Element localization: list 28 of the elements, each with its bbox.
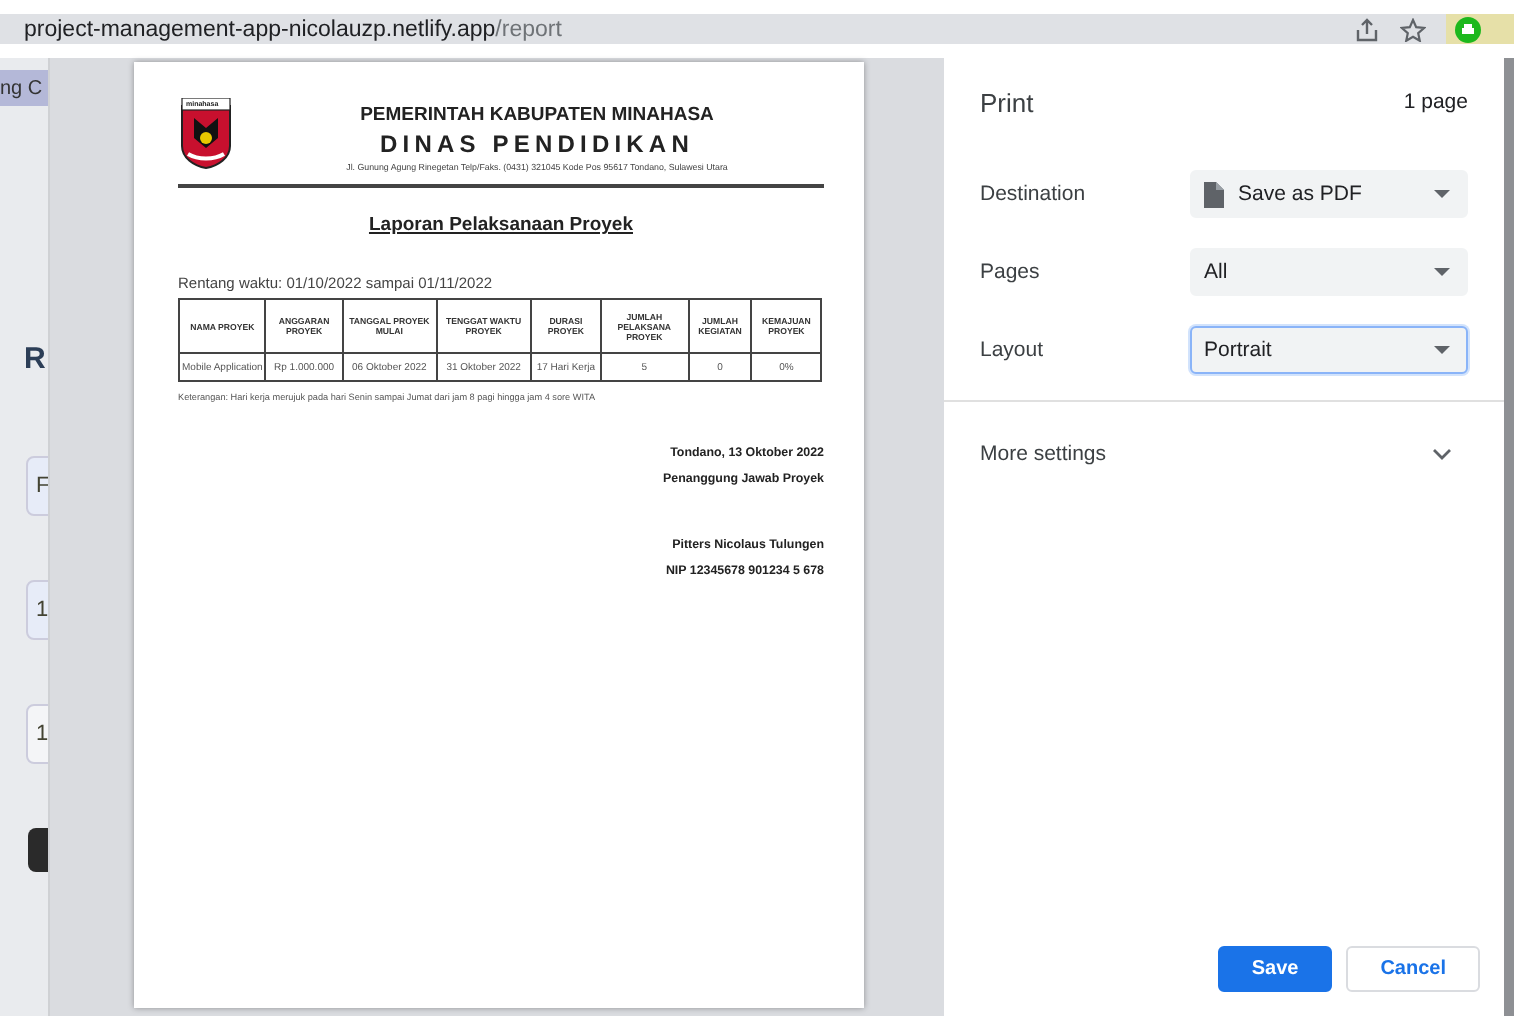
extension-icon[interactable] [1454, 15, 1482, 43]
dropdown-arrow-icon [1434, 268, 1450, 276]
document-icon [1204, 181, 1224, 207]
input-field[interactable]: F [26, 456, 48, 516]
star-icon[interactable] [1400, 17, 1426, 41]
input-field[interactable]: 1 [26, 704, 48, 764]
dropdown-arrow-icon [1434, 346, 1450, 354]
dialog-button[interactable]: Save [1217, 946, 1333, 992]
more-settings-toggle[interactable]: More settings [980, 428, 1468, 480]
setting-label: Layout [980, 338, 1046, 362]
page-heading: R [24, 342, 48, 376]
chevron-icon [1432, 446, 1452, 462]
page-count: 1 page [1403, 90, 1468, 114]
dialog-button[interactable]: Cancel [1346, 946, 1480, 992]
header-title: PEMERINTAH KABUPATEN MINAHASA [358, 104, 716, 126]
header-subtitle: DINAS PENDIDIKAN [378, 130, 696, 158]
setting-dropdown[interactable]: Portrait [1190, 326, 1468, 374]
input-field[interactable]: 1 [26, 580, 48, 640]
print-title: Print [980, 87, 1034, 117]
setting-label: Destination [980, 182, 1088, 206]
setting-dropdown[interactable]: All [1190, 248, 1468, 296]
setting-label: Pages [980, 260, 1042, 284]
dropdown-arrow-icon [1434, 190, 1450, 198]
share-icon[interactable] [1354, 17, 1380, 41]
browser-tab[interactable]: ng C [0, 70, 48, 106]
setting-dropdown[interactable]: Save as PDF [1190, 170, 1468, 218]
emblem-icon [178, 98, 234, 170]
report-title: Laporan Pelaksanaan Proyek [366, 214, 635, 236]
